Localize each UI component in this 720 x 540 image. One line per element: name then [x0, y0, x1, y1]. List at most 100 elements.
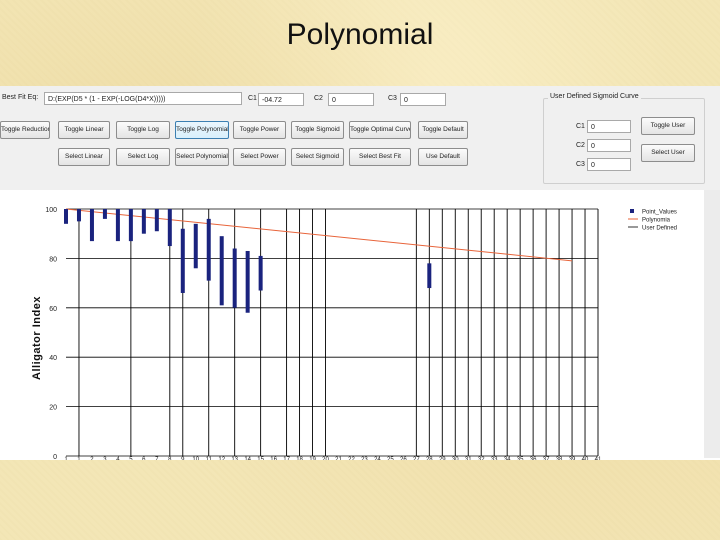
- x-tick-label: 10: [192, 457, 199, 460]
- select-log-button[interactable]: Select Log: [116, 148, 170, 166]
- sigmoid-group-title: User Defined Sigmoid Curve: [548, 93, 641, 100]
- x-tick-label: 6: [142, 457, 146, 460]
- x-tick-label: 37: [543, 457, 550, 460]
- x-tick-label: 13: [231, 457, 238, 460]
- x-tick-label: 33: [491, 457, 498, 460]
- select-polynomial-button[interactable]: Select Polynomial: [175, 148, 229, 166]
- c1-field[interactable]: -04.72: [258, 93, 304, 106]
- x-tick-label: 4: [116, 457, 120, 460]
- x-tick-label: 31: [465, 457, 472, 460]
- x-tick-label: 26: [400, 457, 407, 460]
- x-tick-label: 1: [77, 457, 81, 460]
- x-tick-label: 3: [103, 457, 107, 460]
- y-tick-label: 80: [49, 256, 57, 263]
- toggle-linear-button[interactable]: Toggle Linear: [58, 121, 110, 139]
- c2-field[interactable]: 0: [328, 93, 374, 106]
- select-sigmoid-button[interactable]: Select Sigmoid: [291, 148, 344, 166]
- data-point-bar: [64, 209, 68, 224]
- toggle-polynomial-button[interactable]: Toggle Polynomial: [175, 121, 229, 139]
- x-tick-label: 7: [155, 457, 159, 460]
- x-tick-label: 34: [504, 457, 511, 460]
- x-tick-label: 14: [244, 457, 251, 460]
- sigmoid-c3-label: C3: [576, 161, 585, 168]
- select-power-button[interactable]: Select Power: [233, 148, 286, 166]
- x-tick-label: 9: [181, 457, 185, 460]
- data-point-bar: [167, 209, 172, 247]
- toggle-sigmoid-button[interactable]: Toggle Sigmoid: [291, 121, 344, 139]
- x-tick-label: 17: [283, 457, 290, 460]
- data-point-bar: [128, 209, 133, 242]
- x-tick-label: 25: [387, 457, 394, 460]
- y-tick-label: 0: [53, 454, 57, 460]
- chart-svg: Alligator Index 0204060801001 1 2 3 4 5 6 7 8 9 10…: [31, 207, 677, 463]
- y-tick-label: 40: [49, 355, 57, 362]
- toolbar: Best Fit Eq: D:(EXP(D5 * (1 - EXP(-LOG(D…: [0, 86, 720, 190]
- window-right-edge: [704, 190, 720, 458]
- y-axis-label: Alligator Index: [31, 296, 43, 380]
- sigmoid-c2-field[interactable]: 0: [587, 139, 631, 152]
- x-tick-label: 24: [374, 457, 381, 460]
- data-point-bar: [76, 209, 81, 222]
- toggle-optimal-curve-button[interactable]: Toggle Optimal Curve: [349, 121, 411, 139]
- x-tick-label: 5: [129, 457, 133, 460]
- x-tick-label: 15: [257, 457, 264, 460]
- legend-entry: Point_Values: [642, 210, 677, 216]
- x-tick-label: 41: [595, 457, 602, 460]
- x-tick-label: 38: [556, 457, 563, 460]
- x-tick-label: 1: [64, 457, 68, 460]
- data-point-bar: [180, 228, 185, 293]
- data-point-bar: [102, 209, 107, 219]
- x-tick-label: 36: [530, 457, 537, 460]
- select-best-fit-button[interactable]: Select Best Fit: [349, 148, 411, 166]
- x-tick-label: 2: [90, 457, 94, 460]
- use-default-button[interactable]: Use Default: [418, 148, 468, 166]
- data-point-bar: [89, 209, 94, 242]
- data-point-bar: [206, 218, 211, 281]
- c2-label: C2: [314, 95, 323, 102]
- x-tick-label: 18: [296, 457, 303, 460]
- x-tick-label: 28: [426, 457, 433, 460]
- x-tick-label: 32: [478, 457, 485, 460]
- x-tick-label: 11: [206, 457, 213, 460]
- sigmoid-c2-label: C2: [576, 142, 585, 149]
- data-point-bar: [245, 250, 250, 313]
- x-tick-label: 40: [582, 457, 589, 460]
- select-user-button[interactable]: Select User: [641, 144, 695, 162]
- select-linear-button[interactable]: Select Linear: [58, 148, 110, 166]
- x-tick-label: 22: [348, 457, 355, 460]
- data-point-bar: [154, 209, 159, 232]
- best-fit-label: Best Fit Eq:: [2, 94, 39, 101]
- toggle-user-button[interactable]: Toggle User: [641, 117, 695, 135]
- sigmoid-c1-label: C1: [576, 123, 585, 130]
- y-tick-label: 60: [49, 306, 57, 313]
- legend-entry: Polynomia: [642, 218, 671, 224]
- data-point-bar: [427, 263, 432, 289]
- x-tick-label: 8: [168, 457, 172, 460]
- x-tick-label: 35: [517, 457, 524, 460]
- x-tick-label: 29: [439, 457, 446, 460]
- data-point-bar: [141, 209, 146, 234]
- toggle-power-button[interactable]: Toggle Power: [233, 121, 286, 139]
- x-tick-label: 30: [452, 457, 459, 460]
- data-point-bar: [219, 236, 224, 306]
- x-tick-label: 39: [569, 457, 576, 460]
- c3-label: C3: [388, 95, 397, 102]
- toggle-log-button[interactable]: Toggle Log: [116, 121, 170, 139]
- sigmoid-c3-field[interactable]: 0: [587, 158, 631, 171]
- x-tick-label: 21: [335, 457, 342, 460]
- sigmoid-c1-field[interactable]: 0: [587, 120, 631, 133]
- toggle-reduction-button[interactable]: Toggle Reduction: [0, 121, 50, 139]
- legend-marker: [630, 209, 634, 213]
- x-tick-label: 16: [270, 457, 277, 460]
- chart-panel: Alligator Index 0 20 40 60 80 100 1 1 2 3 4 5 6 7 8 9 10…: [0, 190, 720, 463]
- c1-label: C1: [248, 95, 257, 102]
- x-tick-label: 20: [322, 457, 329, 460]
- best-fit-equation-field[interactable]: D:(EXP(D5 * (1 - EXP(-LOG(D4*X))))): [44, 92, 242, 105]
- data-point-bar: [232, 248, 237, 308]
- data-point-bar: [115, 209, 120, 242]
- c3-field[interactable]: 0: [400, 93, 446, 106]
- x-tick-label: 12: [218, 457, 225, 460]
- toggle-default-button[interactable]: Toggle Default: [418, 121, 468, 139]
- data-point-bar: [193, 223, 198, 269]
- x-tick-label: 23: [361, 457, 368, 460]
